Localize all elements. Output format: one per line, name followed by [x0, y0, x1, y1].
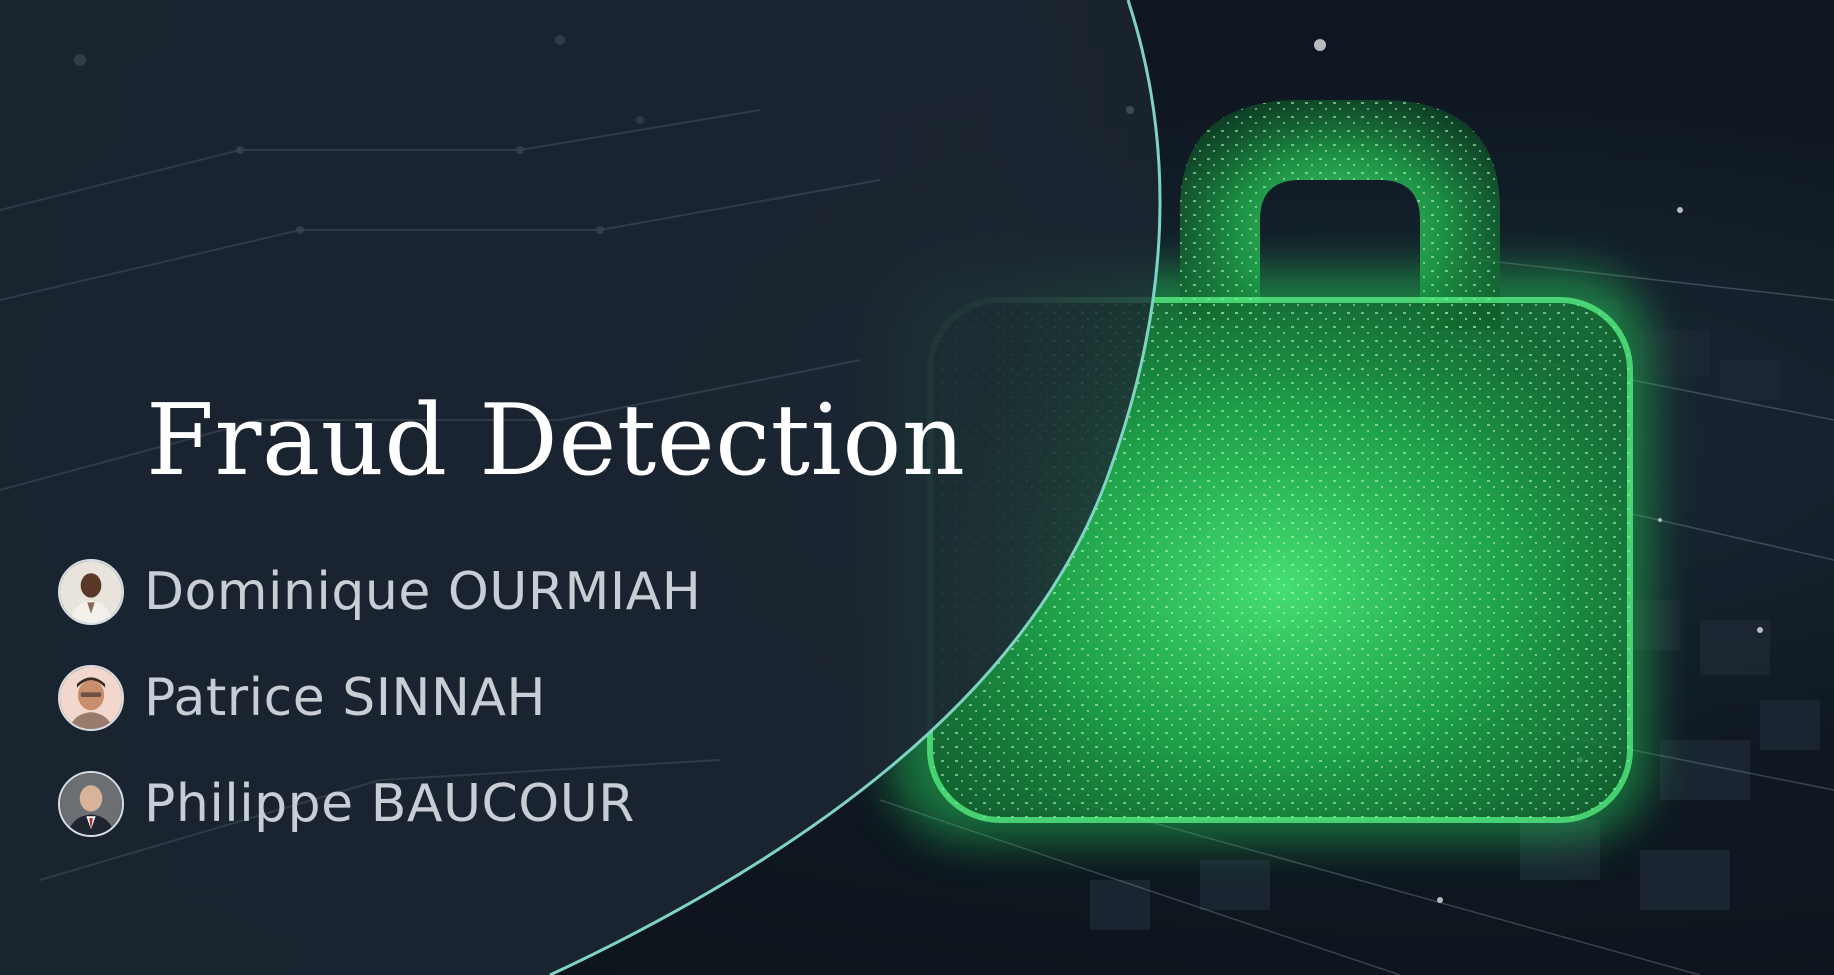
author-name: Philippe BAUCOUR [144, 774, 635, 834]
author-name: Patrice SINNAH [144, 668, 547, 728]
person-photo-icon [58, 771, 124, 837]
person-photo-icon [58, 665, 124, 731]
slide-title: Fraud Detection [146, 384, 966, 498]
title-slide: Fraud Detection Dominique OURMIAH Patric… [0, 0, 1834, 975]
person-photo-icon [58, 559, 124, 625]
author-list: Dominique OURMIAH Patrice SINNAH Philipp… [58, 557, 701, 839]
author-item: Dominique OURMIAH [58, 557, 701, 627]
author-item: Patrice SINNAH [58, 663, 701, 733]
author-name: Dominique OURMIAH [144, 562, 702, 622]
author-item: Philippe BAUCOUR [58, 769, 701, 839]
